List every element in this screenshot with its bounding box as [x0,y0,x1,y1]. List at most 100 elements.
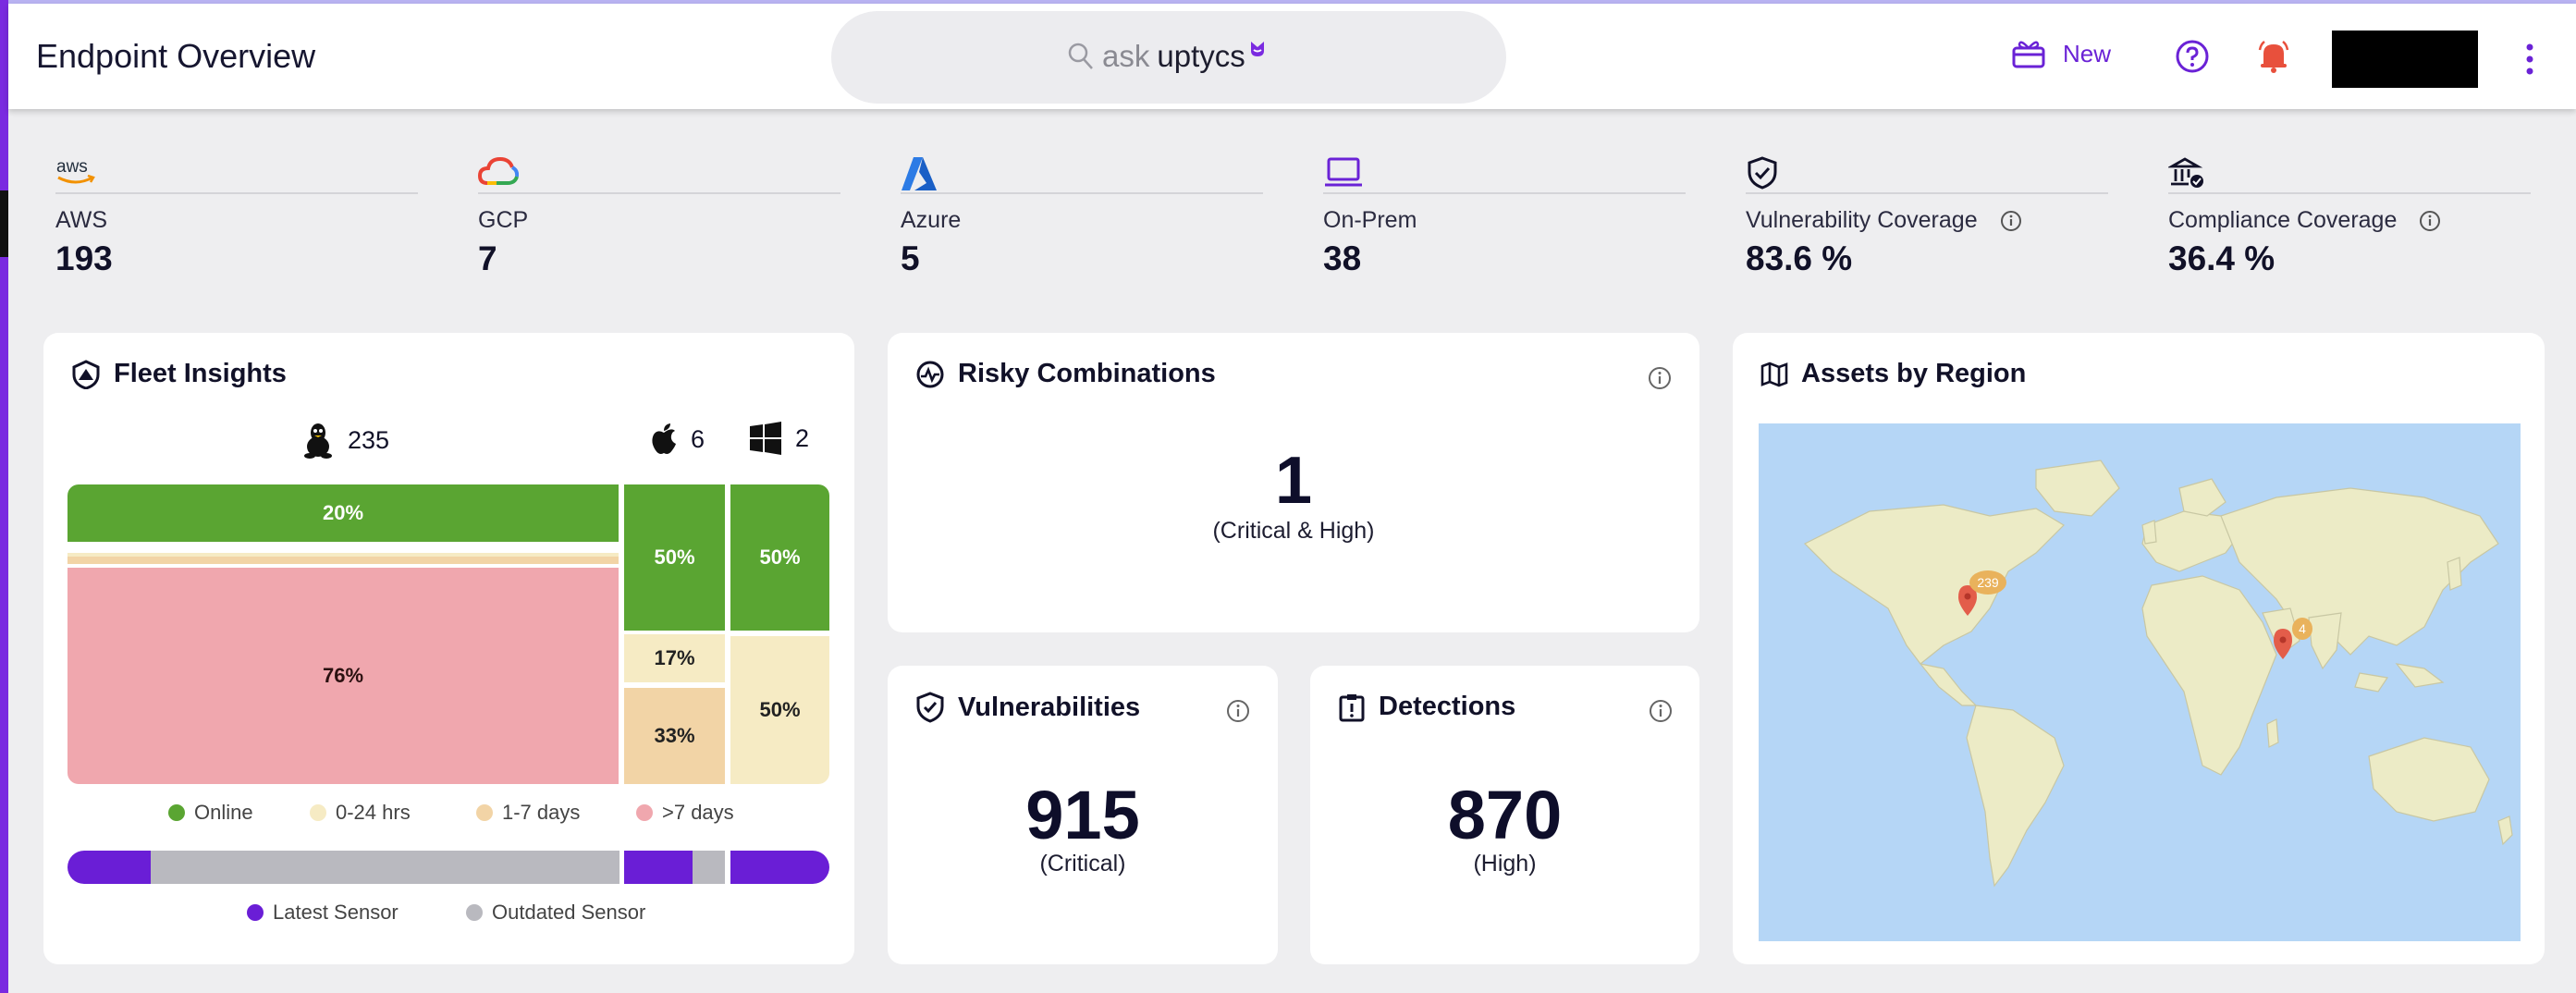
windows-hrs-cell[interactable]: 50% [730,636,829,784]
stat-label: On-Prem [1323,207,1417,233]
info-icon[interactable] [1649,699,1673,723]
gift-icon [2012,41,2045,68]
info-icon[interactable] [2000,210,2022,232]
cell-label: 33% [654,724,695,747]
user-account-block[interactable] [2332,31,2478,88]
cell-label: 50% [759,698,801,721]
shield-check-icon [1748,156,1777,190]
latest-sensor-segment [730,851,829,884]
world-map-canvas: 239 4 [1803,460,2513,888]
risky-title: Risky Combinations [958,359,1216,388]
stat-compliance-coverage[interactable]: Compliance Coverage 36.4 % [2168,152,2531,278]
linux-stale-cell[interactable]: 76% [67,568,619,784]
detections-value: 870 [1447,777,1563,853]
stat-vulnerability-coverage[interactable]: Vulnerability Coverage 83.6 % [1746,152,2108,278]
risky-value: 1 [1274,444,1313,518]
latest-sensor-segment [624,851,693,884]
legend-label: 1-7 days [502,801,581,824]
linux-online-cell[interactable]: 20% [67,484,619,542]
more-options-icon[interactable] [2524,43,2535,76]
card-title: Assets by Region [1760,359,2026,389]
fleet-shield-icon [72,359,100,389]
legend-label: Online [194,801,253,824]
stat-value: 7 [478,239,497,277]
windows-count: 2 [749,422,809,455]
windows-online-cell[interactable]: 50% [730,484,829,631]
mac-count: 6 [650,422,705,457]
stat-value: 38 [1323,239,1362,277]
shield-check-icon [916,692,944,723]
laptop-icon [1325,157,1362,187]
marker-count: 239 [1977,575,1999,590]
search-brand-text: uptycs [1157,39,1245,73]
legend-label: 0-24 hrs [336,801,411,824]
card-title: Fleet Insights [71,359,287,389]
new-button[interactable]: New [2011,37,2111,70]
stat-value: 5 [901,239,920,277]
cell-label: 17% [654,646,695,669]
legend-stale: >7 days [636,801,734,825]
cell-label: 76% [322,664,364,687]
vulnerabilities-value: 915 [1025,777,1140,853]
page-title: Endpoint Overview [36,37,316,75]
help-icon[interactable] [2175,39,2210,74]
risky-combinations-card[interactable]: Risky Combinations 1 (Critical & High) [888,333,1699,632]
stat-label: Azure [901,207,962,233]
vulnerabilities-caption: (Critical) [1039,851,1126,877]
search-ask-text: ask [1102,39,1150,73]
stat-azure[interactable]: Azure 5 [901,152,1263,278]
stat-on-prem[interactable]: On-Prem 38 [1323,152,1686,278]
mac-sensor-bar[interactable] [624,851,725,884]
mac-days-cell[interactable]: 33% [624,688,725,784]
map-icon [1760,362,1788,386]
stat-value: 193 [55,239,113,277]
aws-logo-icon: aws [56,157,95,184]
legend-latest-sensor: Latest Sensor [247,901,399,925]
info-icon[interactable] [1226,699,1250,723]
ask-uptycs-search[interactable]: ask uptycs [831,11,1506,104]
legend-hrs: 0-24 hrs [310,801,411,825]
outdated-sensor-segment [693,851,725,884]
detections-caption: (High) [1473,851,1537,877]
new-button-label: New [2063,39,2112,67]
info-icon[interactable] [2419,210,2441,232]
linux-days-cell[interactable] [67,557,619,564]
linux-sensor-bar[interactable] [67,851,619,884]
detections-title: Detections [1379,692,1516,721]
cell-label: 50% [654,546,695,569]
cell-label: 20% [322,501,364,524]
windows-count-value: 2 [795,423,810,452]
svg-text:aws: aws [56,157,88,177]
linux-count: 235 [301,422,389,459]
stat-aws[interactable]: aws AWS 193 [55,152,418,278]
left-nav-strip[interactable] [0,0,8,993]
latest-sensor-segment [67,851,151,884]
apple-icon [652,423,676,454]
mac-online-cell[interactable]: 50% [624,484,725,631]
stat-label: Vulnerability Coverage [1746,207,1978,233]
card-title: Risky Combinations [915,359,1216,389]
vulnerabilities-card[interactable]: Vulnerabilities 915 (Critical) [888,666,1278,964]
mac-hrs-cell[interactable]: 17% [624,634,725,682]
stat-gcp[interactable]: GCP 7 [478,152,840,278]
stat-label: GCP [478,207,529,233]
legend-outdated-sensor: Outdated Sensor [466,901,645,925]
legend-label: >7 days [662,801,734,824]
outdated-sensor-segment [151,851,619,884]
top-header: Endpoint Overview ask uptycs New [8,4,2576,109]
detections-card[interactable]: Detections 870 (High) [1310,666,1699,964]
gcp-logo-icon [478,156,519,185]
alert-clipboard-icon [1339,693,1365,721]
info-icon[interactable] [1648,366,1672,390]
legend-online: Online [168,801,253,825]
azure-logo-icon [902,157,937,190]
assets-title: Assets by Region [1801,359,2027,388]
mac-count-value: 6 [691,424,705,453]
left-nav-marker [0,190,8,257]
uptycs-logo-icon [1250,42,1264,56]
world-map[interactable]: 239 4 [1759,423,2521,941]
windows-sensor-bar[interactable] [730,851,829,884]
cell-label: 50% [759,546,801,569]
card-title: Detections [1338,692,1515,722]
notification-bell-icon[interactable] [2255,37,2292,74]
